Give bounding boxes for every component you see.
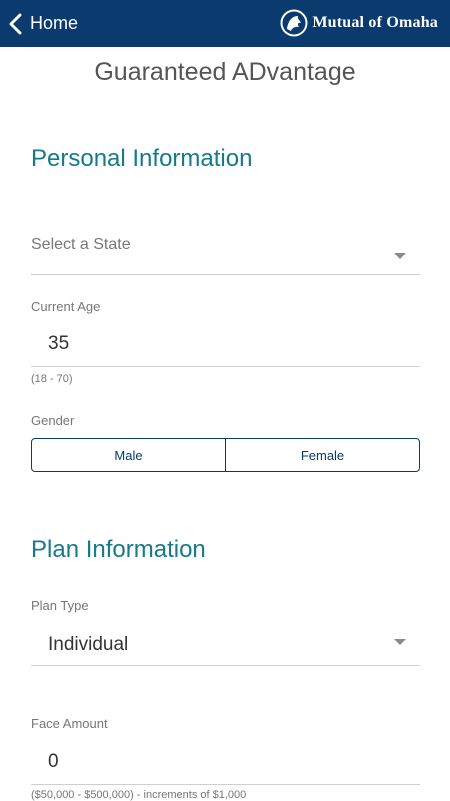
gender-female-button[interactable]: Female <box>225 439 419 471</box>
chevron-down-icon <box>394 639 406 645</box>
personal-info-heading: Personal Information <box>31 145 253 172</box>
plan-type-label: Plan Type <box>31 598 89 613</box>
gender-toggle: Male Female <box>31 438 420 472</box>
state-select-placeholder: Select a State <box>31 236 131 253</box>
brand-name: Mutual of Omaha <box>312 14 438 31</box>
chevron-down-icon <box>394 253 406 259</box>
face-amount-value: 0 <box>48 751 59 772</box>
lion-logo-icon <box>280 9 308 37</box>
current-age-hint: (18 - 70) <box>31 373 73 385</box>
state-select-underline <box>31 274 420 275</box>
plan-type-underline <box>31 665 420 666</box>
face-amount-label: Face Amount <box>31 716 108 731</box>
gender-label: Gender <box>31 413 75 428</box>
face-amount-hint: ($50,000 - $500,000) - increments of $1,… <box>31 789 247 801</box>
plan-type-value: Individual <box>48 634 129 655</box>
gender-male-button[interactable]: Male <box>32 439 225 471</box>
current-age-label: Current Age <box>31 299 101 314</box>
plan-info-heading: Plan Information <box>31 536 206 563</box>
chevron-left-icon <box>9 13 22 34</box>
brand-logo: Mutual of Omaha <box>280 9 438 37</box>
current-age-value: 35 <box>48 333 70 354</box>
face-amount-underline <box>31 784 420 785</box>
back-button[interactable]: Home <box>9 13 78 35</box>
face-amount-input[interactable] <box>31 738 420 784</box>
page-title: Guaranteed ADvantage <box>94 58 356 86</box>
app-header: Home Mutual of Omaha <box>0 0 450 47</box>
current-age-underline <box>31 366 420 367</box>
current-age-input[interactable] <box>31 320 420 366</box>
back-label: Home <box>30 13 79 33</box>
